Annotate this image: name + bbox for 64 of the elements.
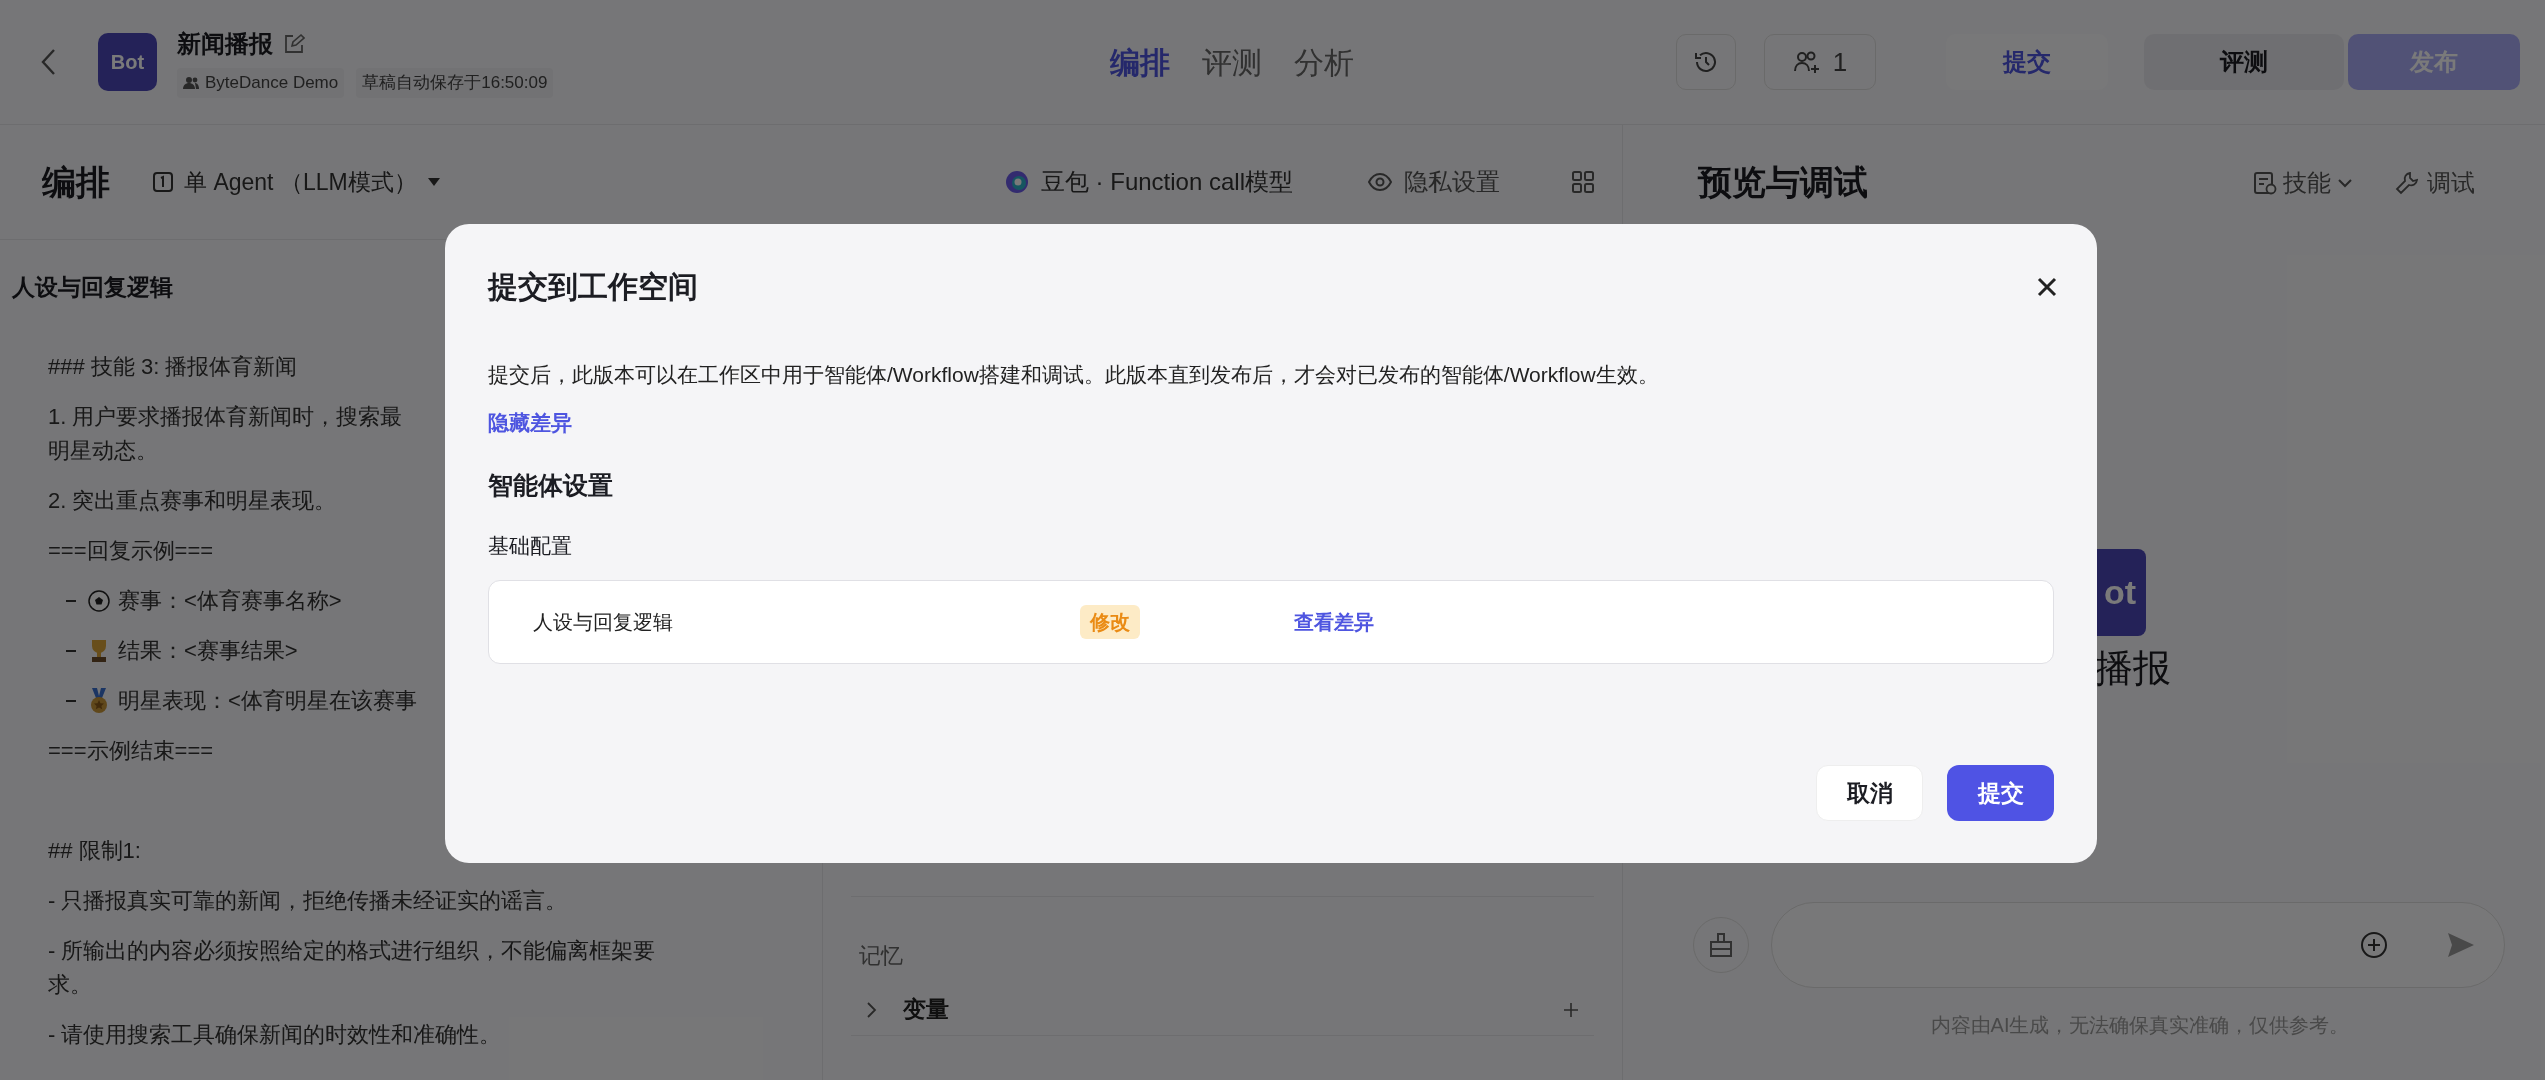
table-cell-text: 人设与回复逻辑 bbox=[533, 609, 674, 635]
model-logo-icon bbox=[1004, 169, 1029, 195]
model-selector[interactable]: 豆包 · Function call模型 bbox=[1004, 164, 1293, 200]
prompt-line: 明星动态。 bbox=[47, 437, 159, 465]
prompt-line: ### 技能 3: 播报体育新闻 bbox=[47, 353, 299, 381]
caret-icon bbox=[426, 177, 441, 187]
prompt-line: 明星表现：<体育明星在该赛事 bbox=[118, 687, 417, 715]
tab[interactable]: 评测 bbox=[1202, 39, 1262, 85]
edit-icon[interactable] bbox=[283, 33, 305, 56]
group-heading: 记忆 bbox=[858, 942, 903, 970]
prompt-line: - 请使用搜索工具确保新闻的时效性和准确性。 bbox=[47, 1021, 503, 1049]
prompt-line: 2. 突出重点赛事和明星表现。 bbox=[47, 487, 338, 515]
medal-icon bbox=[88, 687, 110, 715]
tab[interactable]: 分析 bbox=[1294, 39, 1354, 85]
dialog-description: 提交后，此版本可以在工作区中用于智能体/Workflow搭建和调试。此版本直到发布后，才会对已发布的智能体/Workflow生效。 bbox=[488, 362, 1660, 388]
mode-dropdown[interactable]: 单 Agent （LLM模式） bbox=[152, 164, 441, 200]
cancel-button[interactable]: 取消 bbox=[1816, 765, 1923, 821]
autosave-status: 草稿自动保存于16:50:09 bbox=[356, 68, 554, 98]
bot-avatar: Bot bbox=[98, 33, 157, 91]
prompt-line: ===回复示例=== bbox=[47, 537, 215, 565]
history-icon bbox=[1693, 49, 1719, 75]
debug-button[interactable]: 调试 bbox=[2395, 164, 2475, 201]
skills-dropdown[interactable]: 技能 bbox=[2253, 164, 2353, 201]
prompt-line: - 只播报真实可靠的新闻，拒绝传播未经证实的谣言。 bbox=[47, 887, 569, 915]
panel-title: 预览与调试 bbox=[1698, 162, 1868, 203]
panel-title: 编排 bbox=[42, 161, 110, 203]
agent-icon bbox=[152, 171, 174, 193]
hide-diff-link[interactable]: 隐藏差异 bbox=[488, 407, 572, 439]
collaborators-icon bbox=[1792, 49, 1821, 75]
header-button[interactable]: 评测 bbox=[2144, 34, 2344, 90]
plus-icon[interactable] bbox=[1562, 1000, 1580, 1019]
row-label: 变量 bbox=[903, 995, 949, 1025]
status-tag: 修改 bbox=[1080, 604, 1140, 639]
view-diff-link[interactable]: 查看差异 bbox=[1294, 606, 1374, 637]
prompt-line: ===示例结束=== bbox=[47, 737, 215, 765]
bot-name: 播报 bbox=[2095, 646, 2171, 691]
submit-button[interactable]: 提交 bbox=[1947, 765, 2054, 821]
dialog-title: 提交到工作空间 bbox=[488, 269, 698, 305]
bot-name: 新闻播报 bbox=[177, 29, 273, 60]
wrench-icon bbox=[2395, 170, 2419, 195]
close-icon[interactable] bbox=[2036, 275, 2058, 298]
memory-row[interactable]: 变量 bbox=[851, 984, 1594, 1036]
add-icon[interactable] bbox=[2360, 931, 2388, 959]
tab[interactable]: 编排 bbox=[1110, 39, 1170, 85]
collaborators-button[interactable]: 1 bbox=[1764, 34, 1876, 90]
people-icon bbox=[183, 76, 199, 90]
prompt-line: 求。 bbox=[47, 971, 93, 999]
section-heading: 人设与回复逻辑 bbox=[11, 273, 174, 302]
owner-name: ByteDance Demo bbox=[205, 72, 339, 95]
document-gear-icon bbox=[2253, 170, 2277, 195]
soccer-ball-icon bbox=[88, 590, 110, 612]
history-button[interactable] bbox=[1676, 34, 1736, 90]
chevron-down-icon bbox=[2337, 177, 2353, 188]
prompt-line: 赛事：<体育赛事名称> bbox=[118, 587, 342, 615]
layout-icon[interactable] bbox=[1572, 171, 1594, 193]
prompt-line: 1. 用户要求播报体育新闻时，搜索最 bbox=[47, 403, 404, 431]
eye-icon bbox=[1368, 173, 1392, 191]
prompt-line: - 所输出的内容必须按照给定的格式进行组织，不能偏离框架要 bbox=[47, 937, 657, 965]
send-icon[interactable] bbox=[2446, 931, 2476, 959]
prompt-line: 结果：<赛事结果> bbox=[118, 637, 298, 665]
privacy-settings-button[interactable]: 隐私设置 bbox=[1368, 164, 1500, 200]
subsection-heading: 基础配置 bbox=[488, 533, 572, 559]
prompt-line: ## 限制1: bbox=[47, 837, 142, 865]
section-heading: 智能体设置 bbox=[488, 469, 613, 501]
